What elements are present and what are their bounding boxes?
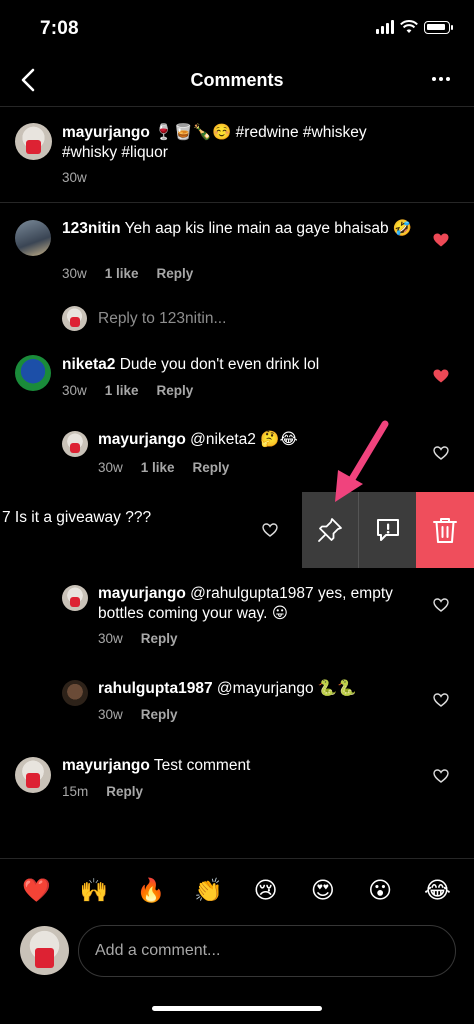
comment-meta: 15m Reply xyxy=(62,784,143,799)
comment-text: niketa2 Dude you don't even drink lol xyxy=(62,355,414,375)
comment-meta: 30w 1 like Reply xyxy=(62,266,193,281)
avatar[interactable] xyxy=(15,220,51,256)
avatar xyxy=(62,306,87,331)
comment-input[interactable] xyxy=(79,926,455,976)
heart-icon[interactable] xyxy=(433,446,449,460)
wifi-icon xyxy=(400,20,418,33)
comment-likes[interactable]: 1 like xyxy=(141,460,175,475)
home-indicator xyxy=(152,1006,322,1011)
comment-text: 123nitin Yeh aap kis line main aa gaye b… xyxy=(62,219,414,239)
pin-icon xyxy=(318,518,342,542)
reply-button[interactable]: Reply xyxy=(157,266,194,281)
comment-username[interactable]: 123nitin xyxy=(62,220,121,237)
comment-time: 30w xyxy=(62,266,87,281)
more-icon xyxy=(432,77,436,81)
comment-meta: 30w 1 like Reply xyxy=(98,460,229,475)
comment-time: 30w xyxy=(98,460,123,475)
comment-username[interactable]: mayurjango xyxy=(98,585,186,602)
delete-button[interactable] xyxy=(416,492,474,568)
comment-text: mayurjango @rahulgupta1987 yes, empty bo… xyxy=(98,584,418,624)
caption-time: 30w xyxy=(62,170,87,185)
caption-username[interactable]: mayurjango xyxy=(62,124,150,141)
avatar[interactable] xyxy=(15,123,52,160)
swiped-comment-text: 7 Is it a giveaway ??? xyxy=(2,509,152,526)
comment-composer[interactable] xyxy=(78,925,456,977)
comment-meta: 30w Reply xyxy=(98,707,178,722)
header: Comments xyxy=(0,55,474,107)
reply-button[interactable]: Reply xyxy=(141,631,178,646)
comment-body: @mayurjango 🐍🐍 xyxy=(216,680,357,697)
comment-username[interactable]: mayurjango xyxy=(62,757,150,774)
comment-body: Yeh aap kis line main aa gaye bhaisab 🤣 xyxy=(124,220,413,237)
caption-meta: 30w xyxy=(62,170,87,185)
comment-username[interactable]: niketa2 xyxy=(62,356,115,373)
comment-meta: 30w Reply xyxy=(98,631,178,646)
heart-icon[interactable] xyxy=(433,693,449,707)
emoji-button[interactable]: 😮 xyxy=(360,877,400,904)
comment-username[interactable]: rahulgupta1987 xyxy=(98,680,213,697)
caption-text: mayurjango 🍷🥃🍾☺️ #redwine #whiskey #whis… xyxy=(62,123,402,163)
status-icons xyxy=(376,20,453,34)
emoji-button[interactable]: 👏 xyxy=(188,877,228,904)
avatar[interactable] xyxy=(62,585,88,611)
comment-likes[interactable]: 1 like xyxy=(105,266,139,281)
cellular-signal-icon xyxy=(376,20,394,34)
comment-time: 30w xyxy=(62,383,87,398)
reply-button[interactable]: Reply xyxy=(106,784,143,799)
emoji-quick-bar: ❤️ 🙌 🔥 👏 😢 😍 😮 😂 xyxy=(0,858,474,922)
heart-icon[interactable] xyxy=(433,233,449,247)
composer-avatar xyxy=(20,926,69,975)
emoji-button[interactable]: 😍 xyxy=(303,877,343,904)
trash-icon xyxy=(433,518,457,543)
emoji-button[interactable]: 🔥 xyxy=(131,877,171,904)
comment-body: Dude you don't even drink lol xyxy=(119,356,320,373)
avatar[interactable] xyxy=(62,431,88,457)
comment-time: 30w xyxy=(98,707,123,722)
avatar[interactable] xyxy=(62,680,88,706)
status-time: 7:08 xyxy=(40,18,79,39)
comment-text: mayurjango Test comment xyxy=(62,756,414,776)
page-title: Comments xyxy=(190,70,284,90)
annotation-arrow xyxy=(335,420,389,502)
heart-icon[interactable] xyxy=(262,523,278,537)
more-button[interactable] xyxy=(432,77,450,81)
comment-body: Test comment xyxy=(153,757,251,774)
comment-likes[interactable]: 1 like xyxy=(105,383,139,398)
comment-text: rahulgupta1987 @mayurjango 🐍🐍 xyxy=(98,679,418,699)
heart-icon[interactable] xyxy=(433,369,449,383)
reply-prompt[interactable]: Reply to 123nitin... xyxy=(98,310,226,328)
report-icon xyxy=(376,519,399,541)
avatar[interactable] xyxy=(15,757,51,793)
comment-meta: 30w 1 like Reply xyxy=(62,383,193,398)
battery-icon xyxy=(424,20,453,34)
comment-body: @niketa2 🤔😂 xyxy=(190,431,298,448)
reply-button[interactable]: Reply xyxy=(141,707,178,722)
emoji-button[interactable]: 🙌 xyxy=(74,877,114,904)
caption-divider xyxy=(0,202,474,203)
heart-icon[interactable] xyxy=(433,598,449,612)
emoji-button[interactable]: ❤️ xyxy=(17,877,57,904)
comment-time: 30w xyxy=(98,631,123,646)
reply-button[interactable]: Reply xyxy=(157,383,194,398)
emoji-button[interactable]: 😂 xyxy=(417,877,457,904)
reply-button[interactable]: Reply xyxy=(193,460,230,475)
emoji-button[interactable]: 😢 xyxy=(246,877,286,904)
heart-icon[interactable] xyxy=(433,769,449,783)
comment-username[interactable]: mayurjango xyxy=(98,431,186,448)
comment-time: 15m xyxy=(62,784,89,799)
avatar[interactable] xyxy=(15,355,51,391)
